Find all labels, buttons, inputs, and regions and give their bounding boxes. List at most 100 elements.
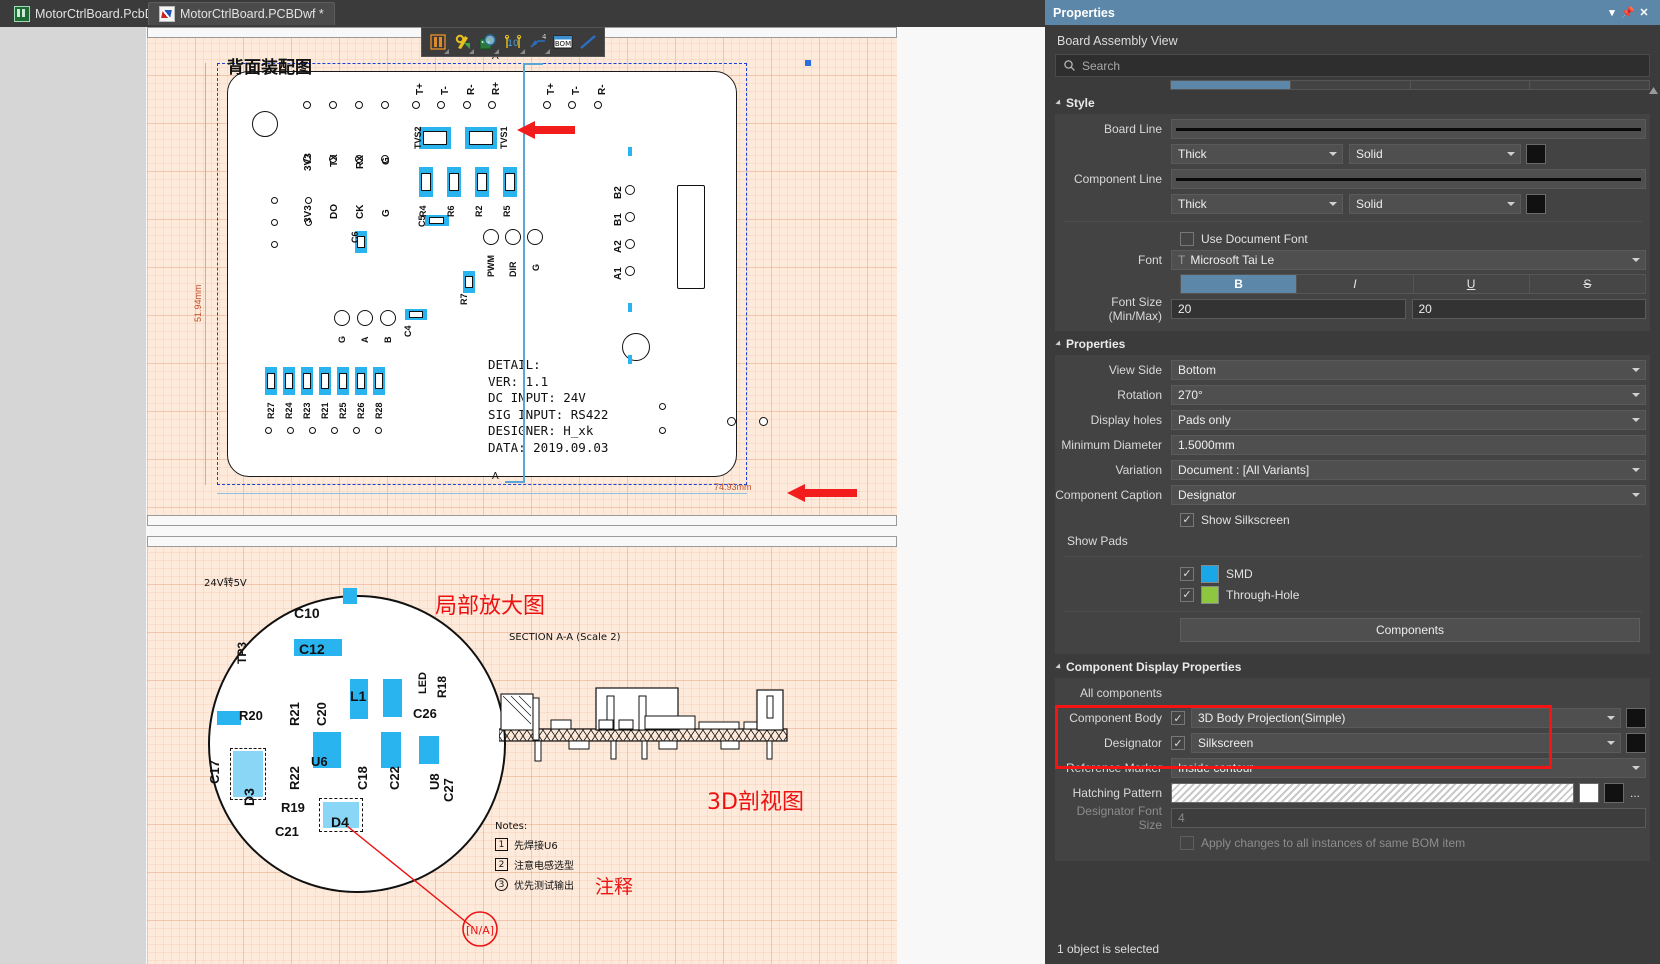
component-body-color-swatch[interactable] xyxy=(1626,708,1646,728)
document-tab-strip: MotorCtrlBoard.PcbDoc MotorCtrlBoard.PCB… xyxy=(0,0,1045,28)
pad xyxy=(287,427,294,434)
designator-row: Designator ✓ Silkscreen xyxy=(1055,732,1646,754)
rotation-select[interactable]: 270° xyxy=(1171,385,1646,405)
smd-checkbox[interactable]: ✓ xyxy=(1180,566,1194,581)
chevron-down-icon xyxy=(1632,368,1640,372)
smd-color-chip[interactable] xyxy=(1201,564,1219,583)
italic-button[interactable]: I xyxy=(1296,274,1413,294)
drawing-sheet-bottom[interactable]: TP3 C10 C12 C17 R20 R21 C20 L1 LED R18 C… xyxy=(147,536,897,964)
font-select[interactable]: T Microsoft Tai Le xyxy=(1171,250,1646,270)
use-document-font-row[interactable]: ✓ Use Document Font xyxy=(1180,228,1650,249)
component-caption-select[interactable]: Designator xyxy=(1171,485,1646,505)
section-header-style[interactable]: Style xyxy=(1045,90,1660,114)
silk-designator: R19 xyxy=(281,800,305,815)
detail-view-title: 局部放大图 xyxy=(435,594,546,619)
svg-text:4: 4 xyxy=(542,34,547,41)
selection-handle[interactable] xyxy=(805,60,811,66)
bold-button[interactable]: B xyxy=(1180,274,1297,294)
view-mode-segments[interactable] xyxy=(1170,80,1650,90)
variation-select[interactable]: Document : [All Variants] xyxy=(1171,460,1646,480)
smd-pad xyxy=(381,732,401,768)
show-pads-tht-row[interactable]: ✓ Through-Hole xyxy=(1180,584,1650,605)
through-hole-checkbox[interactable]: ✓ xyxy=(1180,587,1194,602)
pin-icon[interactable]: 📌 xyxy=(1620,5,1636,21)
components-button[interactable]: Components xyxy=(1180,618,1640,642)
close-icon[interactable]: ✕ xyxy=(1636,5,1652,21)
board-line-color-swatch[interactable] xyxy=(1526,144,1546,164)
place-dimension-icon[interactable]: 10 xyxy=(501,30,525,54)
place-board-assembly-view-icon[interactable] xyxy=(426,30,450,54)
font-row: Font T Microsoft Tai Le xyxy=(1055,249,1646,271)
silk-designator: C17 xyxy=(207,760,222,784)
callout-bubble[interactable]: [N/A] xyxy=(457,906,503,952)
pad xyxy=(543,101,551,109)
hatch-more-button[interactable]: ... xyxy=(1624,786,1646,800)
component-body xyxy=(409,311,423,318)
scroll-up-arrow[interactable] xyxy=(1649,84,1658,94)
font-size-max-input[interactable]: 20 xyxy=(1411,299,1646,319)
component-line-style-row: Thick Solid xyxy=(1055,193,1646,215)
segment-1[interactable] xyxy=(1170,80,1290,90)
segment-2[interactable] xyxy=(1289,80,1410,90)
silk-label: A2 xyxy=(613,240,624,253)
place-drill-table-icon[interactable] xyxy=(451,30,475,54)
divider xyxy=(1063,221,1642,222)
segment-3[interactable] xyxy=(1409,80,1530,90)
draftsman-place-toolbar[interactable]: 10 4 BOM xyxy=(421,27,605,57)
pad xyxy=(759,417,768,426)
apply-changes-checkbox[interactable]: ✓ xyxy=(1180,835,1194,850)
segment-4[interactable] xyxy=(1529,80,1650,90)
left-gutter xyxy=(0,27,146,964)
designator-select[interactable]: Silkscreen xyxy=(1191,733,1621,753)
designator-font-size-input[interactable]: 4 xyxy=(1171,808,1646,828)
minimum-diameter-input[interactable]: 1.5000mm xyxy=(1171,435,1646,455)
font-size-min-input[interactable]: 20 xyxy=(1171,299,1406,319)
component-body xyxy=(423,131,447,145)
reference-marker-select[interactable]: Inside contour xyxy=(1171,758,1646,778)
designator-checkbox[interactable]: ✓ xyxy=(1171,736,1185,750)
show-silkscreen-checkbox[interactable]: ✓ xyxy=(1180,512,1194,527)
place-callout-icon[interactable]: 4 xyxy=(527,30,550,54)
component-line-color-swatch[interactable] xyxy=(1526,194,1546,214)
show-silkscreen-row[interactable]: ✓ Show Silkscreen xyxy=(1180,509,1650,530)
section-header-properties[interactable]: Properties xyxy=(1045,331,1660,355)
board-line-width-select[interactable]: Thick xyxy=(1171,144,1343,164)
section-view-drawing[interactable] xyxy=(499,676,799,776)
board-line-style-select[interactable]: Solid xyxy=(1349,144,1521,164)
board-line-preview[interactable] xyxy=(1171,119,1646,139)
designator-color-swatch[interactable] xyxy=(1626,733,1646,753)
variation-row: Variation Document : [All Variants] xyxy=(1055,459,1646,481)
display-holes-select[interactable]: Pads only xyxy=(1171,410,1646,430)
draftsman-canvas[interactable]: 3V3 TX RX G 3V3 DO CK G T+ T- R- R+ T+ T… xyxy=(146,27,1045,964)
dropdown-icon[interactable]: ▾ xyxy=(1604,5,1620,21)
hatch-color-2-swatch[interactable] xyxy=(1604,783,1624,803)
object-type-label: Board Assembly View xyxy=(1057,34,1178,48)
section-mark-a-bottom: A xyxy=(492,471,499,482)
section-header-component-display[interactable]: Component Display Properties xyxy=(1045,654,1660,678)
place-bom-table-icon[interactable]: BOM xyxy=(552,30,575,54)
component-line-style-select[interactable]: Solid xyxy=(1349,194,1521,214)
place-line-icon[interactable] xyxy=(577,30,600,54)
silk-designator: PWM xyxy=(486,255,496,277)
search-input[interactable]: Search xyxy=(1055,54,1650,77)
place-board-detail-view-icon[interactable] xyxy=(476,30,500,54)
strikethrough-button[interactable]: S xyxy=(1528,274,1646,294)
use-document-font-checkbox[interactable]: ✓ xyxy=(1180,231,1194,246)
component-body-checkbox[interactable]: ✓ xyxy=(1171,711,1185,725)
view-side-select[interactable]: Bottom xyxy=(1171,360,1646,380)
tab-motorctrlboard-pcbdwf[interactable]: MotorCtrlBoard.PCBDwf * xyxy=(148,2,335,25)
hatch-color-1-swatch[interactable] xyxy=(1579,783,1599,803)
hatching-pattern-preview[interactable] xyxy=(1171,783,1574,803)
underline-button[interactable]: U xyxy=(1412,274,1529,294)
through-hole-color-chip[interactable] xyxy=(1201,585,1219,604)
silk-designator: R7 xyxy=(459,293,469,305)
apply-changes-row[interactable]: ✓ Apply changes to all instances of same… xyxy=(1180,832,1650,853)
silk-designator: R22 xyxy=(287,766,302,790)
notes-block: Notes: 1 先焊接U6 2 注意电感选型 3 优先测试输出 xyxy=(495,821,574,892)
drawing-sheet-top[interactable]: 3V3 TX RX G 3V3 DO CK G T+ T- R- R+ T+ T… xyxy=(147,27,897,526)
component-line-preview[interactable] xyxy=(1171,169,1646,189)
font-style-buttons[interactable]: B I U S xyxy=(1180,274,1646,294)
show-pads-smd-row[interactable]: ✓ SMD xyxy=(1180,563,1650,584)
component-body-select[interactable]: 3D Body Projection(Simple) xyxy=(1191,708,1621,728)
component-line-width-select[interactable]: Thick xyxy=(1171,194,1343,214)
